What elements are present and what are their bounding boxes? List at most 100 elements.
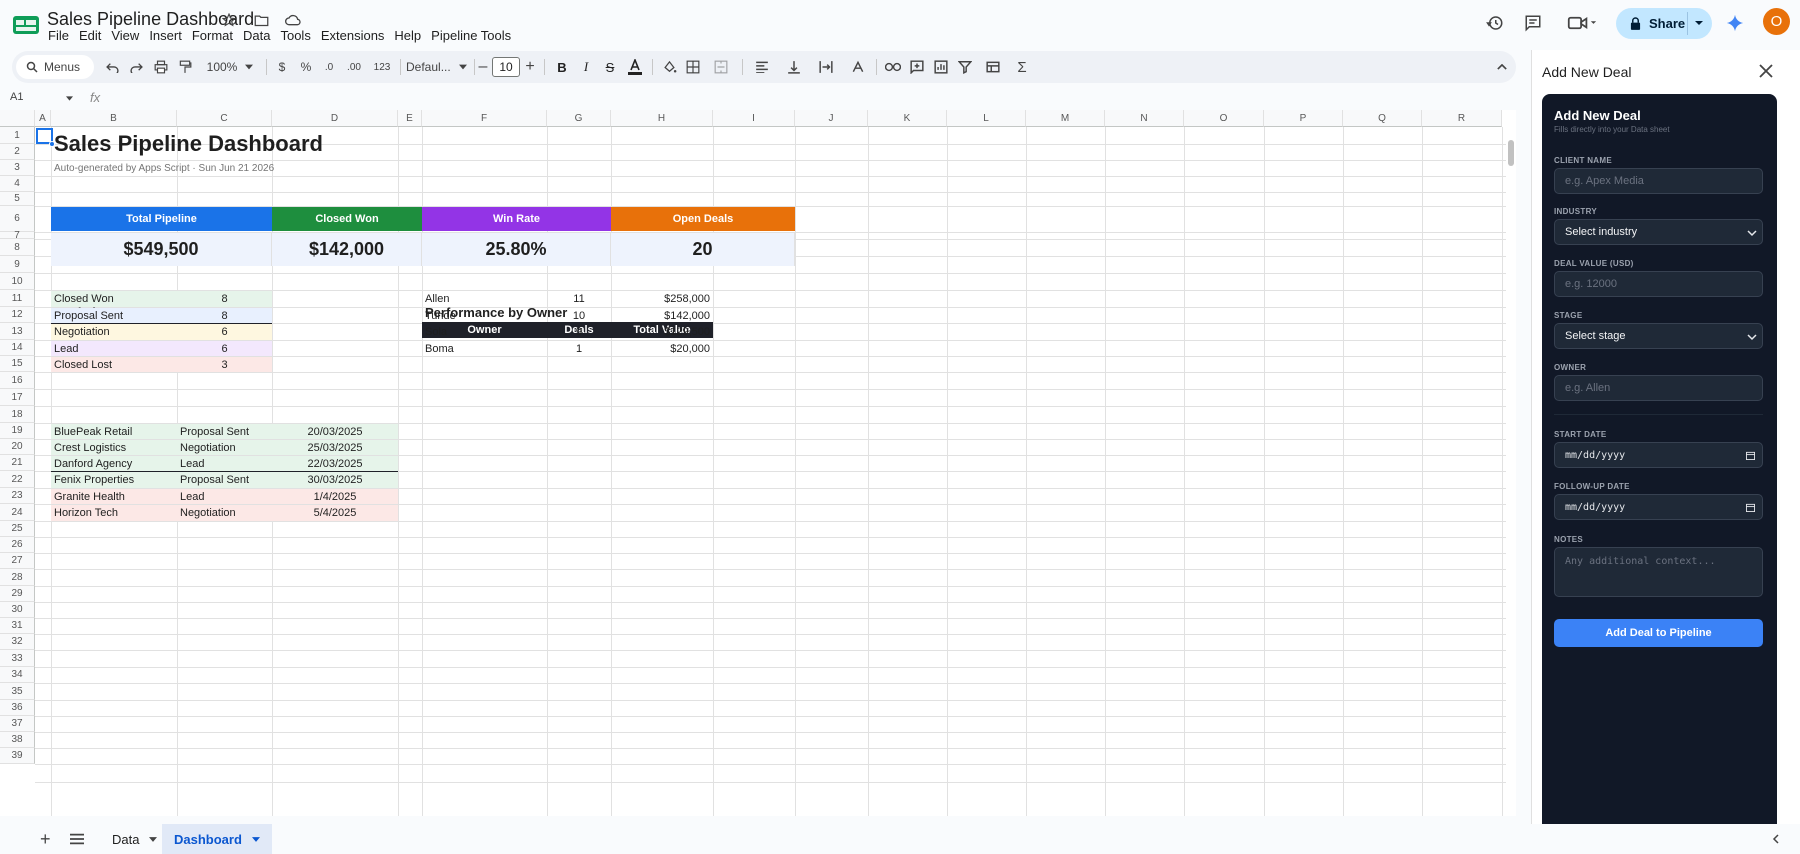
horizontal-align-icon[interactable]	[748, 51, 776, 83]
table-cell[interactable]: 22/03/2025	[272, 456, 398, 471]
menu-edit[interactable]: Edit	[79, 29, 107, 43]
merge-cells-icon[interactable]	[706, 51, 736, 83]
column-header[interactable]: G	[547, 110, 611, 127]
functions-icon[interactable]: Σ	[1012, 51, 1032, 83]
spreadsheet-grid[interactable]: A B C D E F G H I J K L M N O P Q R 1 2 3 4 5 6 7 8 9 10 11 12 13 14 15 1…	[0, 110, 1516, 816]
notes-textarea[interactable]: Any additional context...	[1554, 547, 1763, 597]
table-cell[interactable]: $142,000	[611, 308, 713, 323]
start-date-input[interactable]: mm/dd/yyyy	[1554, 442, 1763, 468]
table-cell[interactable]: 6	[177, 341, 272, 356]
row-header[interactable]: 2	[0, 144, 35, 160]
row-header[interactable]: 1	[0, 127, 35, 144]
name-box[interactable]: A1	[10, 91, 74, 108]
italic-button[interactable]: I	[576, 51, 596, 83]
close-icon[interactable]	[1759, 64, 1775, 80]
row-header[interactable]: 15	[0, 356, 35, 372]
vertical-align-icon[interactable]	[780, 51, 808, 83]
kpi-value[interactable]: 25.80%	[422, 233, 611, 266]
table-cell[interactable]: 5/4/2025	[272, 505, 398, 521]
row-header[interactable]: 26	[0, 537, 35, 553]
row-header[interactable]: 12	[0, 307, 35, 323]
row-header[interactable]: 20	[0, 439, 35, 455]
table-cell[interactable]: Tunde	[422, 308, 547, 323]
dashboard-subtitle[interactable]: Auto-generated by Apps Script · Sun Jun …	[51, 160, 451, 176]
row-header[interactable]: 18	[0, 406, 35, 423]
client-name-input[interactable]: e.g. Apex Media	[1554, 168, 1763, 194]
kpi-label[interactable]: Closed Won	[272, 207, 422, 231]
text-wrapping-icon[interactable]	[812, 51, 840, 83]
row-header[interactable]: 13	[0, 323, 35, 340]
strikethrough-button[interactable]: S	[600, 51, 620, 83]
table-cell[interactable]: Negotiation	[177, 505, 272, 521]
row-header[interactable]: 39	[0, 748, 35, 764]
redo-icon[interactable]	[126, 51, 146, 83]
all-sheets-icon[interactable]	[70, 824, 86, 854]
row-header[interactable]: 30	[0, 602, 35, 618]
table-cell[interactable]: $129,500	[611, 324, 713, 340]
row-header[interactable]: 36	[0, 700, 35, 716]
text-color-icon[interactable]	[624, 51, 646, 83]
follow-up-date-input[interactable]: mm/dd/yyyy	[1554, 494, 1763, 520]
menu-file[interactable]: File	[48, 29, 75, 43]
print-icon[interactable]	[150, 51, 172, 83]
menu-help[interactable]: Help	[394, 29, 427, 43]
kpi-value[interactable]: $549,500	[51, 233, 272, 266]
table-cell[interactable]: Lead	[177, 489, 272, 504]
table-cell[interactable]: 20/03/2025	[272, 424, 398, 439]
row-header[interactable]: 7	[0, 230, 35, 241]
filter-views-icon[interactable]	[978, 51, 1008, 83]
column-header[interactable]: D	[272, 110, 398, 127]
fill-color-icon[interactable]	[658, 51, 680, 83]
row-header[interactable]: 14	[0, 340, 35, 356]
chevron-down-icon[interactable]	[1694, 19, 1704, 27]
column-header[interactable]: O	[1184, 110, 1264, 127]
table-cell[interactable]: Proposal Sent	[177, 472, 272, 488]
row-header[interactable]: 27	[0, 553, 35, 569]
version-history-icon[interactable]	[1480, 8, 1510, 38]
row-header[interactable]: 11	[0, 290, 35, 307]
table-cell[interactable]: 6	[177, 324, 272, 340]
menu-view[interactable]: View	[111, 29, 145, 43]
deal-value-input[interactable]: e.g. 12000	[1554, 271, 1763, 297]
sheet-tab-data[interactable]: Data	[100, 824, 169, 854]
kpi-label[interactable]: Open Deals	[611, 207, 795, 231]
table-cell[interactable]: 1	[547, 341, 611, 356]
column-header[interactable]: H	[611, 110, 713, 127]
table-cell[interactable]: 30/03/2025	[272, 472, 398, 488]
menu-extensions[interactable]: Extensions	[321, 29, 391, 43]
table-cell[interactable]: Allen	[422, 291, 547, 307]
insert-link-icon[interactable]	[882, 51, 904, 83]
row-header[interactable]: 6	[0, 206, 35, 232]
column-header[interactable]: C	[177, 110, 272, 127]
row-header[interactable]: 37	[0, 716, 35, 732]
decrease-decimal-button[interactable]: .0	[318, 51, 340, 83]
table-cell[interactable]: Danford Agency	[51, 456, 177, 471]
sheets-logo-icon[interactable]	[12, 11, 40, 39]
row-header[interactable]: 23	[0, 488, 35, 504]
select-all-corner[interactable]	[0, 110, 35, 127]
text-rotation-icon[interactable]	[844, 51, 872, 83]
row-header[interactable]: 38	[0, 732, 35, 748]
row-header[interactable]: 34	[0, 667, 35, 683]
dashboard-title[interactable]: Sales Pipeline Dashboard	[51, 130, 551, 158]
table-cell[interactable]: Sola	[422, 324, 547, 340]
share-button[interactable]: Share	[1616, 8, 1712, 39]
kpi-value[interactable]: $142,000	[272, 233, 422, 266]
increase-font-size-button[interactable]: +	[522, 51, 538, 83]
collapse-side-panel-icon[interactable]	[1772, 824, 1786, 854]
table-cell[interactable]: Negotiation	[51, 324, 177, 340]
column-header[interactable]: K	[868, 110, 947, 127]
stage-select[interactable]: Select stage	[1554, 323, 1763, 349]
meet-icon[interactable]	[1562, 8, 1602, 38]
table-cell[interactable]: 8	[177, 308, 272, 323]
row-header[interactable]: 10	[0, 273, 35, 290]
font-size-input[interactable]: 10	[492, 57, 520, 77]
row-header[interactable]: 21	[0, 455, 35, 471]
vertical-scrollbar[interactable]	[1506, 128, 1516, 808]
percent-format-button[interactable]: %	[296, 51, 316, 83]
table-cell[interactable]: Closed Won	[51, 291, 177, 307]
decrease-font-size-button[interactable]: –	[476, 51, 490, 83]
row-header[interactable]: 24	[0, 504, 35, 521]
row-header[interactable]: 31	[0, 618, 35, 634]
paint-format-icon[interactable]	[174, 51, 196, 83]
